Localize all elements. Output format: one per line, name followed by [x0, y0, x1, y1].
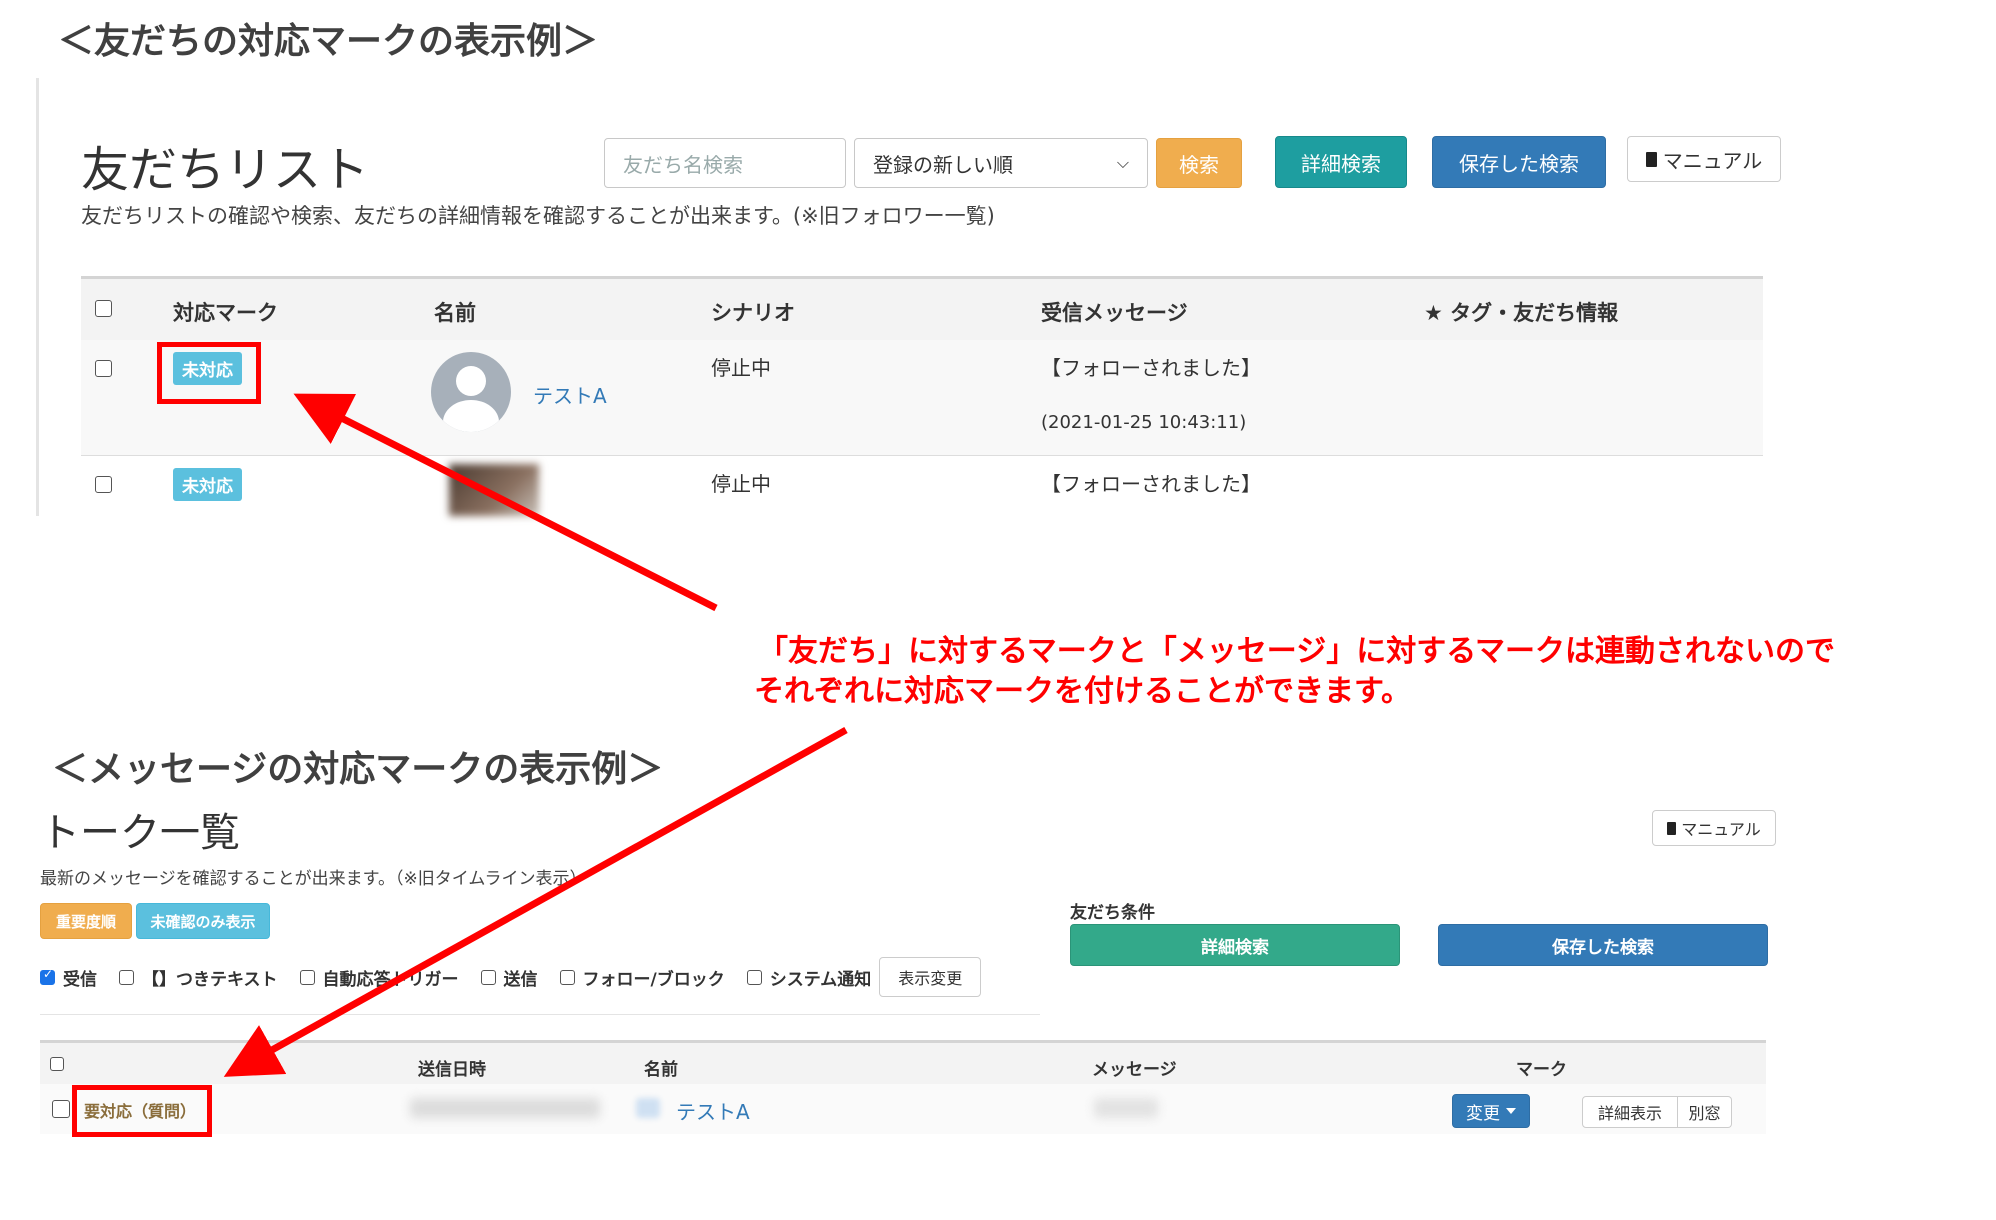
arrow-to-friend-mark: [293, 393, 718, 612]
annotation-arrows: [223, 393, 848, 1077]
arrow-to-message-mark: [223, 726, 848, 1077]
